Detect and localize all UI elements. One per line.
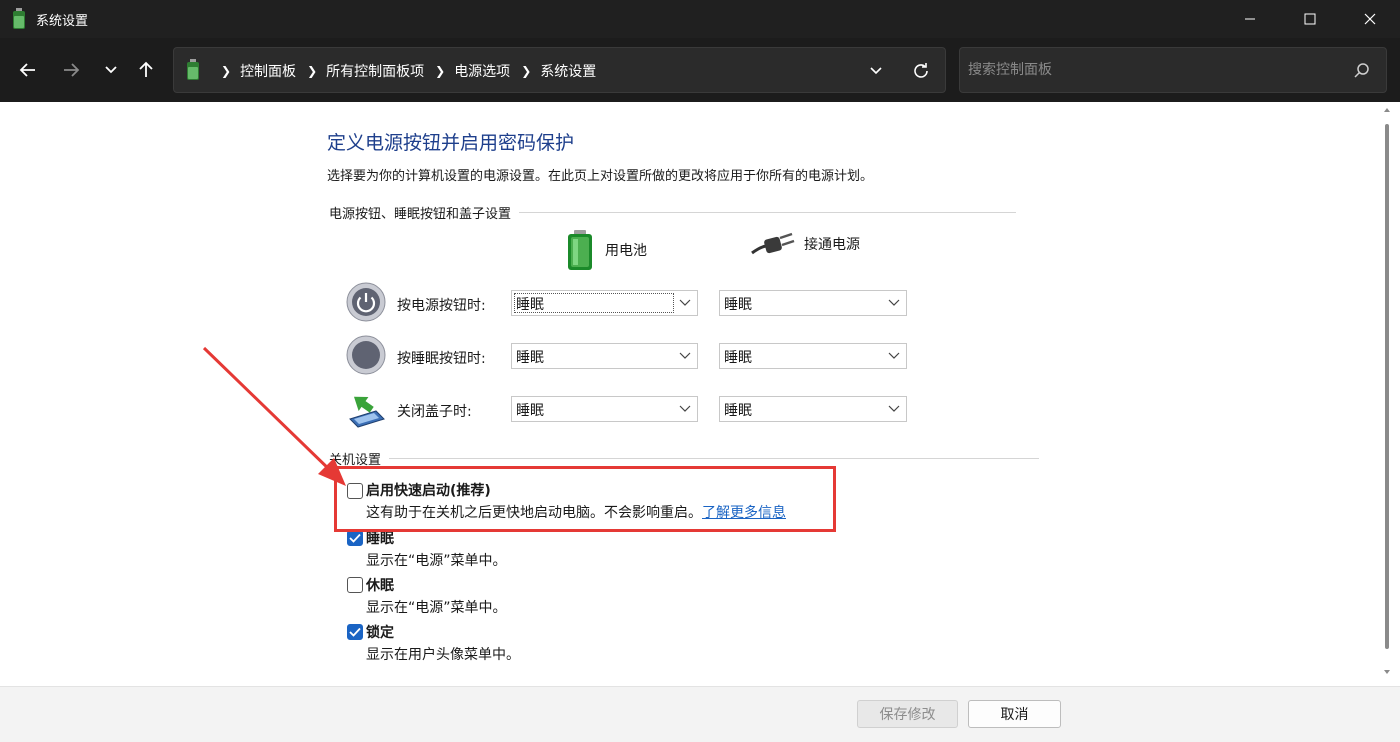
breadcrumb-system-settings[interactable]: 系统设置 bbox=[540, 61, 596, 81]
close-lid-plugged-select[interactable]: 睡眠 bbox=[719, 396, 907, 422]
power-plug-icon bbox=[751, 232, 795, 255]
power-button-icon bbox=[346, 282, 386, 322]
breadcrumb: ❯ 控制面板 ❯ 所有控制面板项 ❯ 电源选项 ❯ 系统设置 bbox=[210, 61, 596, 81]
breadcrumb-control-panel[interactable]: 控制面板 bbox=[240, 61, 296, 81]
up-button[interactable] bbox=[130, 54, 162, 86]
selected-value: 睡眠 bbox=[724, 350, 752, 366]
sleep-description: 显示在“电源”菜单中。 bbox=[366, 553, 507, 569]
laptop-lid-icon bbox=[349, 396, 385, 428]
breadcrumb-all-items[interactable]: 所有控制面板项 bbox=[326, 61, 424, 81]
lock-title[interactable]: 锁定 bbox=[366, 622, 394, 642]
column-header-plugged: 接通电源 bbox=[750, 229, 860, 259]
back-button[interactable] bbox=[12, 54, 44, 86]
footer-bar: 保存修改 取消 bbox=[0, 686, 1400, 742]
chevron-down-icon bbox=[105, 66, 117, 74]
chevron-down-icon bbox=[888, 405, 900, 412]
minimize-button[interactable] bbox=[1220, 0, 1280, 38]
arrow-left-icon bbox=[19, 63, 35, 77]
battery-location-icon bbox=[187, 59, 199, 80]
breadcrumb-separator-icon[interactable]: ❯ bbox=[435, 64, 445, 78]
sleep-button-battery-select[interactable]: 睡眠 bbox=[511, 343, 698, 369]
chevron-down-icon bbox=[888, 299, 900, 306]
breadcrumb-power-options[interactable]: 电源选项 bbox=[454, 61, 510, 81]
chevron-down-icon bbox=[679, 299, 691, 306]
power-button-battery-select[interactable]: 睡眠 bbox=[511, 290, 698, 316]
group-heading-label: 电源按钮、睡眠按钮和盖子设置 bbox=[329, 207, 512, 222]
maximize-button[interactable] bbox=[1280, 0, 1340, 38]
column-label-battery: 用电池 bbox=[605, 243, 647, 259]
sleep-checkbox[interactable] bbox=[347, 530, 363, 546]
divider bbox=[389, 458, 1040, 459]
selected-value: 睡眠 bbox=[724, 297, 752, 313]
chevron-down-icon bbox=[679, 405, 691, 412]
page-description: 选择要为你的计算机设置的电源设置。在此页上对设置所做的更改将应用于你所有的电源计… bbox=[327, 169, 874, 184]
close-lid-label: 关闭盖子时: bbox=[397, 404, 472, 420]
battery-app-icon bbox=[13, 8, 25, 29]
breadcrumb-separator-icon[interactable]: ❯ bbox=[307, 64, 317, 78]
scroll-up-arrow-icon[interactable] bbox=[1383, 106, 1391, 114]
power-button-label: 按电源按钮时: bbox=[397, 298, 486, 314]
column-header-battery: 用电池 bbox=[563, 229, 647, 271]
column-label-plugged: 接通电源 bbox=[804, 237, 860, 253]
arrow-right-icon bbox=[64, 63, 80, 77]
hibernate-description: 显示在“电源”菜单中。 bbox=[366, 600, 507, 616]
lock-description: 显示在用户头像菜单中。 bbox=[366, 647, 520, 663]
forward-button[interactable] bbox=[55, 54, 87, 86]
breadcrumb-separator-icon: ❯ bbox=[221, 64, 232, 78]
lock-checkbox[interactable] bbox=[347, 624, 363, 640]
breadcrumb-separator-icon[interactable]: ❯ bbox=[521, 64, 531, 78]
search-box[interactable] bbox=[959, 47, 1387, 93]
selected-value: 睡眠 bbox=[516, 350, 544, 366]
sleep-button-icon bbox=[346, 335, 386, 375]
chevron-down-icon bbox=[679, 352, 691, 359]
close-lid-battery-select[interactable]: 睡眠 bbox=[511, 396, 698, 422]
save-changes-button[interactable]: 保存修改 bbox=[857, 700, 958, 728]
power-button-plugged-select[interactable]: 睡眠 bbox=[719, 290, 907, 316]
checkmark-icon bbox=[349, 627, 361, 637]
sleep-button-label: 按睡眠按钮时: bbox=[397, 351, 486, 367]
refresh-button[interactable] bbox=[909, 60, 933, 82]
content-area: 定义电源按钮并启用密码保护 选择要为你的计算机设置的电源设置。在此页上对设置所做… bbox=[0, 102, 1400, 686]
power-buttons-group-heading: 电源按钮、睡眠按钮和盖子设置 bbox=[329, 203, 1017, 222]
address-bar[interactable]: ❯ 控制面板 ❯ 所有控制面板项 ❯ 电源选项 ❯ 系统设置 bbox=[173, 47, 946, 93]
divider bbox=[519, 212, 1017, 213]
search-input[interactable] bbox=[968, 58, 1338, 82]
selected-value: 睡眠 bbox=[516, 403, 544, 419]
navigation-bar: ❯ 控制面板 ❯ 所有控制面板项 ❯ 电源选项 ❯ 系统设置 bbox=[0, 38, 1400, 102]
battery-icon bbox=[568, 230, 592, 270]
search-icon[interactable] bbox=[1353, 62, 1371, 80]
selected-value: 睡眠 bbox=[724, 403, 752, 419]
minimize-icon bbox=[1245, 18, 1255, 20]
hibernate-checkbox[interactable] bbox=[347, 577, 363, 593]
maximize-icon bbox=[1304, 13, 1316, 25]
sleep-button-plugged-select[interactable]: 睡眠 bbox=[719, 343, 907, 369]
window-title: 系统设置 bbox=[36, 14, 89, 29]
address-dropdown-button[interactable] bbox=[864, 60, 888, 82]
recent-locations-button[interactable] bbox=[95, 54, 127, 86]
close-button[interactable] bbox=[1340, 0, 1400, 38]
scrollbar-thumb[interactable] bbox=[1385, 124, 1389, 649]
scroll-down-arrow-icon[interactable] bbox=[1383, 668, 1391, 676]
checkmark-icon bbox=[349, 533, 361, 543]
title-bar: 系统设置 bbox=[0, 0, 1400, 38]
cancel-button[interactable]: 取消 bbox=[968, 700, 1061, 728]
close-icon bbox=[1364, 13, 1376, 25]
page-title: 定义电源按钮并启用密码保护 bbox=[327, 132, 575, 154]
chevron-down-icon bbox=[870, 67, 882, 75]
annotation-highlight-box bbox=[334, 466, 836, 532]
arrow-up-icon bbox=[139, 61, 153, 77]
focus-indicator bbox=[514, 293, 674, 313]
chevron-down-icon bbox=[888, 352, 900, 359]
refresh-icon bbox=[914, 63, 928, 78]
hibernate-title[interactable]: 休眠 bbox=[366, 575, 394, 595]
vertical-scrollbar[interactable] bbox=[1383, 102, 1393, 686]
